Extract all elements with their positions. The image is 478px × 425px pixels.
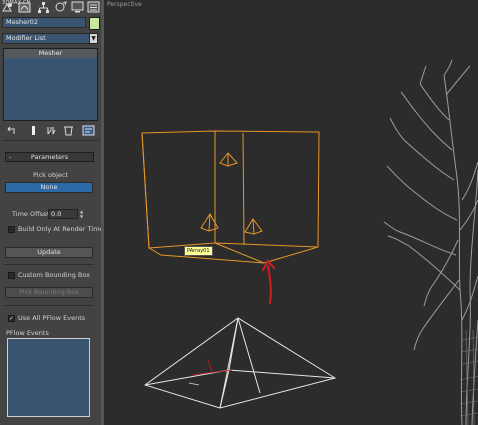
rollout-toggle: - bbox=[9, 153, 12, 161]
modifier-stack[interactable]: Mesher bbox=[3, 48, 98, 121]
pflow-events-list[interactable] bbox=[7, 338, 90, 417]
custom-bbox-checkbox[interactable] bbox=[8, 272, 15, 279]
tree-model bbox=[383, 59, 478, 425]
modifier-list-dropdown[interactable]: Modifier List bbox=[2, 33, 90, 44]
display-tab-icon[interactable] bbox=[71, 1, 84, 13]
chevron-down-icon[interactable]: ▼ bbox=[89, 33, 98, 44]
pick-bbox-button[interactable]: Pick Bounding Box bbox=[5, 287, 93, 298]
time-offset-spinner[interactable]: ▲ ▼ bbox=[79, 209, 84, 219]
parameters-rollout[interactable]: - Parameters bbox=[5, 152, 94, 162]
make-unique-icon[interactable] bbox=[45, 125, 58, 136]
custom-bbox-label: Custom Bounding Box bbox=[18, 271, 90, 279]
object-color-swatch[interactable] bbox=[89, 17, 100, 30]
modify-tab-icon[interactable] bbox=[18, 1, 31, 13]
pflow-events-label: PFlow Events bbox=[6, 329, 49, 337]
use-all-pflow-label: Use All PFlow Events bbox=[18, 314, 86, 322]
stack-item-mesher[interactable]: Mesher bbox=[4, 49, 97, 58]
section-divider bbox=[4, 305, 94, 306]
pyramid-emitter bbox=[143, 317, 337, 409]
rollout-title: Parameters bbox=[30, 153, 69, 161]
perspective-viewport[interactable]: Perspective PArray01 bbox=[104, 0, 478, 425]
use-all-pflow-checkbox[interactable]: ✓ bbox=[8, 315, 15, 322]
particle-name-tag: PArray01 bbox=[184, 246, 213, 256]
viewport-scene bbox=[141, 59, 478, 425]
particle-array-box bbox=[141, 130, 320, 264]
time-offset-input[interactable]: 0.0 bbox=[48, 209, 78, 219]
pointer-arrow-icon bbox=[261, 259, 276, 305]
pick-object-button[interactable]: None bbox=[5, 182, 93, 193]
remove-modifier-icon[interactable] bbox=[62, 125, 75, 136]
pin-stack-icon[interactable] bbox=[5, 125, 18, 136]
build-only-label: Build Only At Render Time bbox=[18, 225, 104, 233]
configure-sets-icon[interactable] bbox=[82, 125, 95, 136]
pick-object-label: Pick object bbox=[33, 171, 69, 179]
build-only-checkbox[interactable] bbox=[8, 226, 15, 233]
section-divider bbox=[4, 264, 94, 265]
hierarchy-tab-icon[interactable] bbox=[37, 1, 50, 13]
update-button[interactable]: Update bbox=[5, 247, 93, 258]
command-panel: 3DMAX.CN Mesher02 Modifier List ▼ Mesher bbox=[0, 0, 104, 425]
show-end-result-icon[interactable] bbox=[27, 125, 40, 136]
time-offset-label: Time Offset: bbox=[12, 210, 52, 218]
utilities-tab-icon[interactable] bbox=[87, 1, 100, 13]
object-name-field[interactable]: Mesher02 bbox=[2, 17, 86, 28]
panel-divider bbox=[2, 140, 99, 141]
motion-tab-icon[interactable] bbox=[54, 1, 67, 13]
